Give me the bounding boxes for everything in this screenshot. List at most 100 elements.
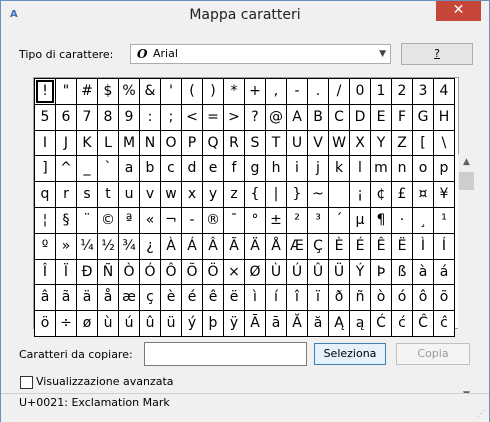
char-cell[interactable]: ¬: [161, 207, 181, 233]
char-cell[interactable]: û: [140, 311, 160, 336]
char-cell[interactable]: à: [413, 259, 433, 285]
char-cell[interactable]: ;: [161, 104, 181, 130]
char-cell[interactable]: Î: [35, 259, 55, 285]
char-cell[interactable]: &: [140, 79, 160, 104]
char-cell[interactable]: E: [371, 104, 391, 130]
char-cell[interactable]: J: [56, 130, 76, 156]
char-cell[interactable]: ': [161, 79, 181, 104]
char-cell[interactable]: y: [203, 182, 223, 207]
char-cell[interactable]: Ć: [371, 311, 391, 336]
char-cell[interactable]: _: [77, 156, 97, 182]
char-cell[interactable]: Y: [371, 130, 391, 156]
char-cell[interactable]: k: [329, 156, 349, 182]
char-cell[interactable]: ö: [35, 311, 55, 336]
char-cell[interactable]: £: [392, 182, 412, 207]
char-cell[interactable]: i: [287, 156, 307, 182]
scroll-thumb[interactable]: [459, 172, 474, 190]
char-cell[interactable]: K: [77, 130, 97, 156]
char-cell[interactable]: Õ: [182, 259, 202, 285]
char-cell[interactable]: T: [266, 130, 286, 156]
char-cell[interactable]: }: [287, 182, 307, 207]
char-cell[interactable]: ĉ: [434, 311, 454, 336]
char-cell[interactable]: p: [434, 156, 454, 182]
char-cell[interactable]: M: [119, 130, 139, 156]
char-cell[interactable]: m: [371, 156, 391, 182]
char-cell[interactable]: ¤: [413, 182, 433, 207]
char-cell[interactable]: ê: [203, 285, 223, 311]
char-cell[interactable]: [: [413, 130, 433, 156]
char-cell[interactable]: Ø: [245, 259, 265, 285]
char-cell[interactable]: Ā: [245, 311, 265, 336]
char-cell[interactable]: :: [140, 104, 160, 130]
char-cell[interactable]: Þ: [371, 259, 391, 285]
char-cell[interactable]: n: [392, 156, 412, 182]
char-cell[interactable]: æ: [119, 285, 139, 311]
char-cell[interactable]: f: [224, 156, 244, 182]
char-cell[interactable]: Ð: [77, 259, 97, 285]
char-cell[interactable]: R: [224, 130, 244, 156]
char-cell[interactable]: »: [56, 233, 76, 259]
char-cell[interactable]: À: [161, 233, 181, 259]
char-cell[interactable]: ®: [203, 207, 223, 233]
char-cell[interactable]: ý: [182, 311, 202, 336]
char-cell[interactable]: é: [182, 285, 202, 311]
char-cell[interactable]: -: [182, 207, 202, 233]
char-cell[interactable]: #: [77, 79, 97, 104]
char-cell[interactable]: å: [98, 285, 118, 311]
char-cell[interactable]: §: [56, 207, 76, 233]
char-cell[interactable]: Q: [203, 130, 223, 156]
char-cell[interactable]: [329, 182, 349, 207]
char-cell[interactable]: ð: [329, 285, 349, 311]
char-cell[interactable]: ²: [287, 207, 307, 233]
char-cell[interactable]: /: [329, 79, 349, 104]
grid-scrollbar[interactable]: ▲ ▼: [458, 154, 475, 404]
font-select[interactable]: O Arial ▼: [130, 44, 391, 64]
char-cell[interactable]: h: [266, 156, 286, 182]
char-cell[interactable]: ì: [245, 285, 265, 311]
char-cell[interactable]: N: [140, 130, 160, 156]
char-cell[interactable]: ´: [329, 207, 349, 233]
char-cell[interactable]: Ì: [413, 233, 433, 259]
char-cell[interactable]: ^: [56, 156, 76, 182]
char-cell[interactable]: â: [35, 285, 55, 311]
char-cell[interactable]: |: [266, 182, 286, 207]
char-cell[interactable]: ,: [266, 79, 286, 104]
char-cell[interactable]: \: [434, 130, 454, 156]
char-cell[interactable]: Ê: [371, 233, 391, 259]
char-cell[interactable]: Ä: [245, 233, 265, 259]
char-cell[interactable]: u: [119, 182, 139, 207]
char-cell[interactable]: ù: [98, 311, 118, 336]
char-cell[interactable]: o: [413, 156, 433, 182]
char-cell[interactable]: î: [287, 285, 307, 311]
char-cell[interactable]: ~: [308, 182, 328, 207]
char-cell[interactable]: c: [161, 156, 181, 182]
char-cell[interactable]: v: [140, 182, 160, 207]
advanced-view-checkbox[interactable]: [20, 376, 33, 389]
char-cell[interactable]: -: [287, 79, 307, 104]
char-cell[interactable]: Ë: [392, 233, 412, 259]
char-cell[interactable]: ¡: [350, 182, 370, 207]
char-cell[interactable]: =: [203, 104, 223, 130]
char-cell[interactable]: H: [434, 104, 454, 130]
char-cell[interactable]: %: [119, 79, 139, 104]
char-cell[interactable]: è: [161, 285, 181, 311]
char-cell[interactable]: È: [329, 233, 349, 259]
char-cell[interactable]: þ: [203, 311, 223, 336]
char-cell[interactable]: D: [350, 104, 370, 130]
char-cell[interactable]: É: [350, 233, 370, 259]
char-cell[interactable]: ¥: [434, 182, 454, 207]
char-cell[interactable]: 9: [119, 104, 139, 130]
select-button[interactable]: Seleziona: [314, 343, 386, 365]
char-cell[interactable]: Z: [392, 130, 412, 156]
char-cell[interactable]: ¨: [77, 207, 97, 233]
char-cell[interactable]: Ô: [161, 259, 181, 285]
char-cell[interactable]: >: [224, 104, 244, 130]
char-cell[interactable]: z: [224, 182, 244, 207]
char-cell[interactable]: *: [224, 79, 244, 104]
scroll-up-arrow-icon[interactable]: ▲: [458, 154, 475, 171]
char-cell[interactable]: B: [308, 104, 328, 130]
char-cell[interactable]: 5: [35, 104, 55, 130]
char-cell[interactable]: Ò: [119, 259, 139, 285]
char-cell[interactable]: O: [161, 130, 181, 156]
char-cell[interactable]: U: [287, 130, 307, 156]
